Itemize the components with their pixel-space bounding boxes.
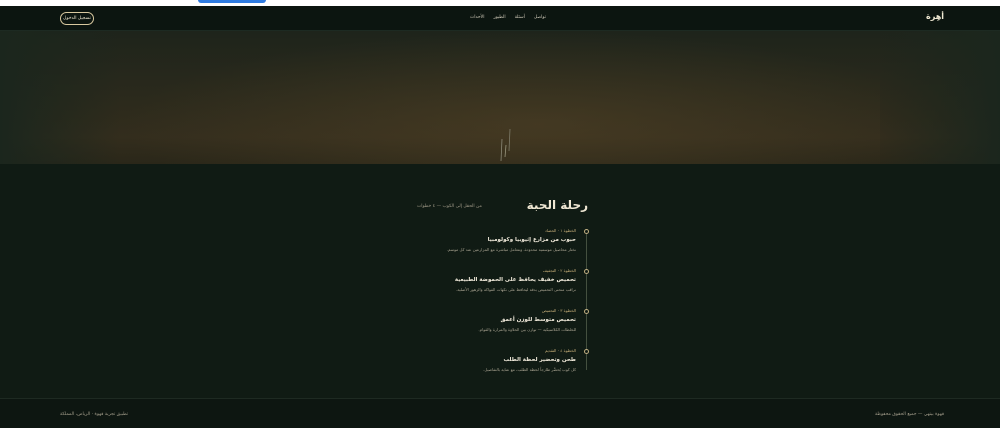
timeline-step-meta: الخطوة ١ · الحصاد: [545, 228, 576, 233]
timeline-item: الخطوة ١ · الحصاد حبوب من مزارع إثيوبيا …: [336, 228, 576, 252]
timeline-step-title: تحميص خفيف يحافظ على الحموضة الطبيعية: [454, 277, 576, 283]
brand-logo[interactable]: أهِرة: [926, 12, 944, 21]
timeline-step-desc: نراقب منحنى التحميص بدقة ليحافظ على نكها…: [455, 287, 576, 292]
timeline-step-desc: نختار محاصيل موسمية محدودة، ونتعامل مباش…: [446, 247, 576, 252]
nav-link-events[interactable]: الأحداث: [470, 15, 484, 20]
nav-link-faq[interactable]: أسئلة: [515, 15, 525, 20]
timeline-step-meta: الخطوة ٢ · التجفيف: [542, 268, 576, 273]
timeline-dot: [584, 349, 589, 354]
section-title: رحلة الحبة: [526, 198, 588, 212]
timeline-dot: [584, 309, 589, 314]
timeline-item: الخطوة ٢ · التجفيف تحميص خفيف يحافظ على …: [336, 268, 576, 292]
timeline-step-desc: للخلطات الكلاسيكية — توازن بين الحلاوة و…: [478, 327, 576, 332]
grain-stalks-illustration: [500, 128, 511, 162]
timeline-step-meta: الخطوة ٤ · التقديم: [544, 348, 576, 353]
footer-location: تطبيق تجربة قهوة · الرياض، المملكة: [60, 412, 129, 417]
timeline-step-title: طحن وتحضير لحظة الطلب: [503, 357, 576, 363]
timeline-dot: [584, 269, 589, 274]
timeline-dot: [584, 229, 589, 234]
nav-link-birds[interactable]: الطيور: [493, 15, 505, 20]
timeline-item: الخطوة ٣ · التحميص تحميص متوسط للوزن أعم…: [336, 308, 576, 332]
top-tab-indicator: [198, 0, 266, 3]
timeline-step-desc: كل كوب يُحضَّر طازجاً لحظة الطلب، مع عنا…: [483, 367, 576, 372]
footer-copyright: قهوة بيتهي — جميع الحقوق محفوظة: [874, 412, 944, 417]
navbar: أهِرة الأحداث الطيور أسئلة تواصل تسجيل ا…: [0, 6, 1000, 31]
login-button[interactable]: تسجيل الدخول: [60, 12, 94, 25]
timeline-step-title: حبوب من مزارع إثيوبيا وكولومبيا: [487, 237, 576, 243]
timeline-step-meta: الخطوة ٣ · التحميص: [541, 308, 576, 313]
footer: قهوة بيتهي — جميع الحقوق محفوظة تطبيق تج…: [0, 398, 1000, 428]
hero-image: [0, 31, 1000, 164]
section-subtitle: من الحقل إلى الكوب — ٤ خطوات: [417, 204, 482, 209]
timeline-step-title: تحميص متوسط للوزن أعمق: [500, 317, 576, 323]
timeline-item: الخطوة ٤ · التقديم طحن وتحضير لحظة الطلب…: [336, 348, 576, 372]
nav-links: الأحداث الطيور أسئلة تواصل: [470, 15, 546, 20]
nav-link-contact[interactable]: تواصل: [534, 15, 546, 20]
